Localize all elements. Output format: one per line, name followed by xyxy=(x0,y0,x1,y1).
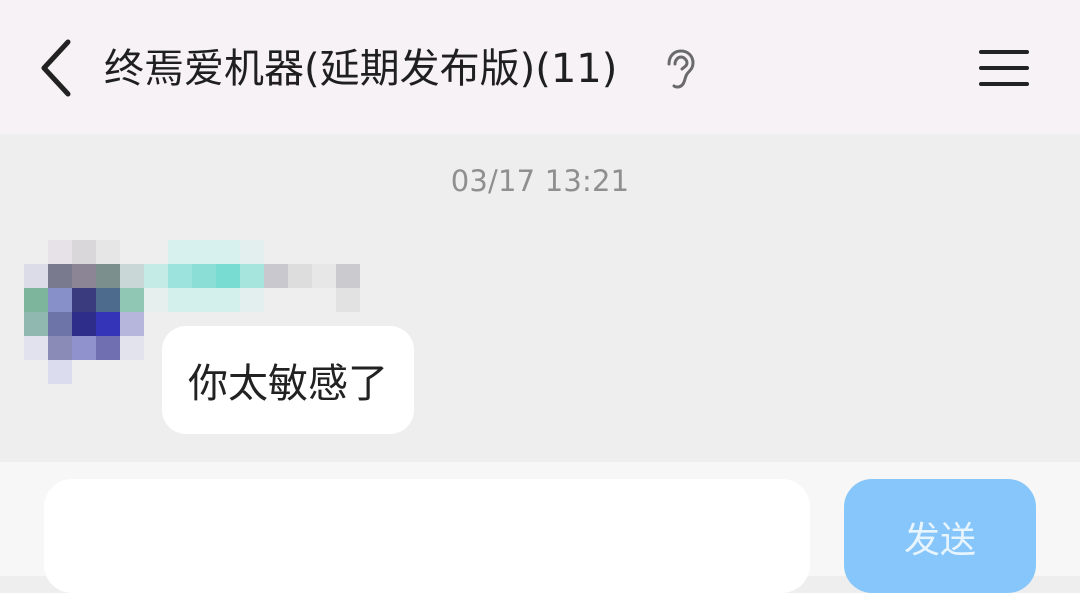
chat-title: 终焉爱机器(延期发布版)(11) xyxy=(104,46,618,92)
hamburger-menu-icon xyxy=(979,50,1029,86)
sender-avatar-pixelated[interactable] xyxy=(24,240,144,384)
message-timestamp: 03/17 13:21 xyxy=(450,164,630,198)
back-button[interactable] xyxy=(28,34,84,102)
chat-message-area[interactable]: 03/17 13:21 你太敏感了 xyxy=(0,134,1080,462)
sender-name-pixelated xyxy=(144,240,364,312)
menu-button[interactable] xyxy=(968,36,1040,100)
chevron-left-icon xyxy=(41,39,71,97)
message-bubble[interactable]: 你太敏感了 xyxy=(162,326,414,434)
input-bar: 发送 xyxy=(0,462,1080,593)
ear-icon[interactable] xyxy=(662,48,696,90)
chat-header: 终焉爱机器(延期发布版)(11) xyxy=(0,0,1080,134)
